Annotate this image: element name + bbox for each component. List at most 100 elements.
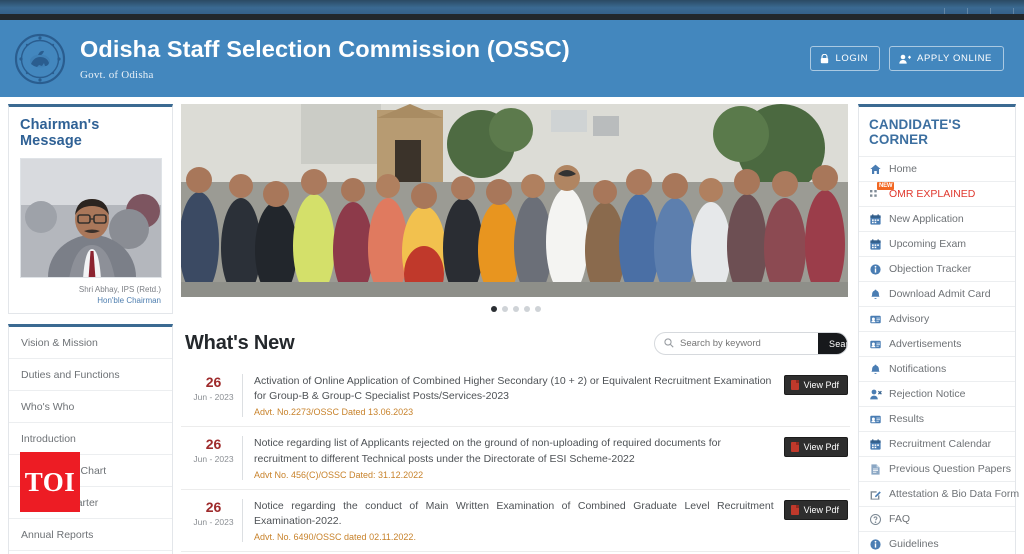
news-body: Activation of Online Application of Comb…: [254, 374, 784, 417]
cc-item-attestation-bio-data-form[interactable]: Attestation & Bio Data Form: [859, 481, 1019, 506]
chairman-card-title: Chairman's Message: [20, 117, 100, 149]
file-icon: [869, 463, 882, 475]
cc-item-upcoming-exam[interactable]: Upcoming Exam: [859, 231, 1015, 256]
news-body: Notice regarding list of Applicants reje…: [254, 436, 784, 479]
view-pdf-label: View Pdf: [803, 442, 839, 453]
search-icon: [664, 335, 674, 353]
info-icon: [869, 538, 882, 550]
cc-item-label: Attestation & Bio Data Form: [889, 488, 1020, 500]
news-month-year: Jun - 2023: [193, 392, 234, 402]
view-pdf-button[interactable]: View Pdf: [783, 375, 848, 395]
sidebar-item-annual-reports[interactable]: Annual Reports: [9, 519, 172, 551]
apply-online-label: APPLY ONLINE: [917, 53, 992, 64]
site-header: Odisha Staff Selection Commission (OSSC)…: [0, 20, 1024, 97]
calendar-icon: [869, 238, 882, 250]
cc-item-results[interactable]: Results: [859, 406, 1015, 431]
cc-item-recruitment-calendar[interactable]: Recruitment Calendar: [859, 431, 1015, 456]
news-text[interactable]: Notice regarding list of Applicants reje…: [254, 436, 774, 466]
pdf-icon: [790, 442, 799, 453]
cc-item-notifications[interactable]: Notifications: [859, 356, 1015, 381]
cc-item-label: Rejection Notice: [889, 388, 966, 400]
carousel-dot[interactable]: [490, 306, 497, 312]
news-item: 26 Jun - 2023 Notice regarding list of A…: [181, 427, 850, 490]
cc-item-rejection-notice[interactable]: Rejection Notice: [859, 381, 1015, 406]
news-item: 26 Jun - 2023 Activation of Online Appli…: [181, 365, 850, 428]
candidates-corner-panel: CANDIDATE'S CORNER Home NEW OMR EXPLAINED N…: [858, 104, 1019, 554]
news-divider: [242, 436, 243, 480]
whats-new-title: What's New: [185, 332, 295, 354]
carousel-dot[interactable]: [512, 306, 519, 312]
cc-item-label: Notifications: [889, 363, 947, 375]
cc-item-new-application[interactable]: New Application: [859, 206, 1015, 231]
carousel-dot[interactable]: [501, 306, 508, 312]
login-label: LOGIN: [835, 53, 869, 64]
news-divider: [242, 498, 243, 543]
cc-item-advisory[interactable]: Advisory: [859, 306, 1015, 331]
news-date: 26 Jun - 2023: [187, 374, 240, 402]
new-badge: NEW: [877, 182, 895, 190]
cc-item-home[interactable]: Home: [859, 156, 1015, 181]
news-text[interactable]: Notice regarding the conduct of Main Wri…: [254, 499, 774, 529]
sidebar-item-duties-functions[interactable]: Duties and Functions: [9, 359, 172, 391]
cc-item-guidelines[interactable]: Guidelines: [859, 531, 1015, 554]
hero-carousel[interactable]: [181, 104, 850, 322]
cc-item-label: Recruitment Calendar: [889, 438, 992, 450]
cc-item-label: Advertisements: [889, 338, 962, 350]
carousel-dot[interactable]: [523, 306, 530, 312]
news-month-year: Jun - 2023: [193, 454, 234, 465]
cc-item-label: FAQ: [889, 513, 911, 525]
view-pdf-button[interactable]: View Pdf: [783, 437, 848, 458]
whats-new-section: What's New Search 26 Jun - 2023: [181, 328, 850, 553]
carousel-dot[interactable]: [534, 306, 541, 312]
cc-item-label: Previous Question Papers: [889, 463, 1011, 475]
apply-online-button[interactable]: APPLY ONLINE: [889, 46, 1004, 71]
calendar-icon: [869, 438, 882, 450]
card-icon: [869, 314, 882, 325]
cc-item-download-admit-card[interactable]: Download Admit Card: [859, 281, 1015, 306]
pdf-icon: [790, 504, 799, 515]
news-body: Notice regarding the conduct of Main Wri…: [254, 499, 784, 542]
candidates-corner-title: CANDIDATE'S CORNER: [869, 117, 961, 147]
site-title: Odisha Staff Selection Commission (OSSC): [80, 36, 570, 63]
calendar-icon: [869, 213, 882, 225]
view-pdf-label: View Pdf: [803, 380, 839, 390]
search-box[interactable]: Search: [654, 332, 848, 355]
cc-item-advertisements[interactable]: Advertisements: [859, 331, 1015, 356]
cc-item-faq[interactable]: FAQ: [859, 506, 1015, 531]
user-times-icon: [869, 389, 882, 400]
news-advt-number: Advt No. 456(C)/OSSC Dated: 31.12.2022: [254, 469, 424, 480]
chairman-role: Hon'ble Chairman: [97, 295, 161, 305]
sidebar-item-vision-mission[interactable]: Vision & Mission: [9, 327, 172, 359]
top-utility-bar: [0, 0, 1024, 14]
sidebar-item-tender-quotations[interactable]: Tender & Quotations: [9, 551, 172, 554]
home-icon: [869, 164, 882, 175]
news-day: 26: [205, 498, 222, 515]
search-button[interactable]: Search: [818, 333, 847, 354]
odisha-emblem-icon: [14, 31, 66, 87]
page-root: Odisha Staff Selection Commission (OSSC)…: [0, 0, 1024, 554]
carousel-dots[interactable]: [181, 297, 850, 322]
chairman-photo: [20, 158, 162, 278]
cc-item-previous-question-papers[interactable]: Previous Question Papers: [859, 456, 1015, 481]
left-nav-menu: Vision & Mission Duties and Functions Wh…: [8, 323, 173, 554]
news-list: 26 Jun - 2023 Activation of Online Appli…: [181, 365, 850, 553]
whats-new-header: What's New Search: [181, 328, 850, 355]
news-item: 26 Jun - 2023 Notice regarding the condu…: [181, 490, 850, 553]
view-pdf-button[interactable]: View Pdf: [783, 499, 848, 520]
news-text[interactable]: Activation of Online Application of Comb…: [254, 374, 774, 404]
grid-icon: [869, 189, 882, 200]
login-button[interactable]: LOGIN: [810, 46, 881, 71]
cc-item-label: Upcoming Exam: [889, 238, 967, 250]
cc-item-omr-explained[interactable]: NEW OMR EXPLAINED: [859, 181, 1015, 206]
sidebar-item-introduction[interactable]: Introduction: [9, 423, 172, 455]
chairman-message-card: Chairman's Message Shri Abhay, IPS (Retd…: [8, 104, 173, 314]
user-plus-icon: [899, 54, 912, 64]
view-pdf-label: View Pdf: [803, 504, 839, 515]
news-divider: [242, 374, 243, 418]
cc-item-label: Home: [889, 163, 918, 175]
sidebar-item-whos-who[interactable]: Who's Who: [9, 391, 172, 423]
cc-item-objection-tracker[interactable]: Objection Tracker: [859, 256, 1015, 281]
search-input[interactable]: [674, 333, 818, 354]
news-advt-number: Advt. No. 6490/OSSC dated 02.11.2022.: [254, 532, 416, 543]
cc-item-label: Download Admit Card: [889, 288, 991, 300]
